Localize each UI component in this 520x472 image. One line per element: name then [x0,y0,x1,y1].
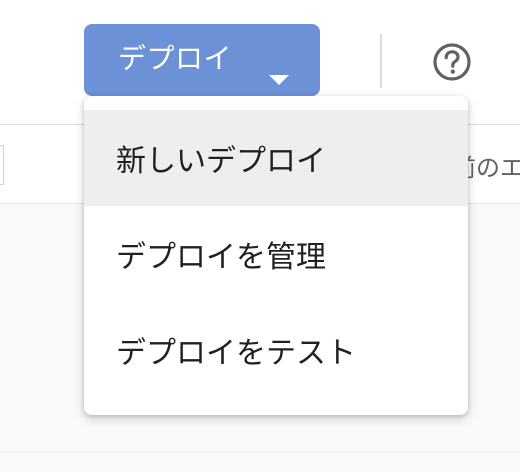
deploy-button[interactable]: デプロイ [84,24,320,96]
menu-item-label: 新しいデプロイ [116,144,326,179]
toolbar-divider [380,34,382,88]
menu-item-new-deployment[interactable]: 新しいデプロイ [84,110,468,206]
menu-item-test-deployments[interactable]: デプロイをテスト [84,302,468,398]
deploy-dropdown-menu: 新しいデプロイ デプロイを管理 デプロイをテスト [84,96,468,415]
content-divider [0,451,520,452]
menu-item-label: デプロイを管理 [116,240,326,275]
menu-item-label: デプロイをテスト [116,336,356,371]
left-panel-edge [0,145,4,185]
menu-item-manage-deployments[interactable]: デプロイを管理 [84,206,468,302]
deploy-button-label: デプロイ [118,42,233,75]
help-circle-icon[interactable] [432,42,472,82]
